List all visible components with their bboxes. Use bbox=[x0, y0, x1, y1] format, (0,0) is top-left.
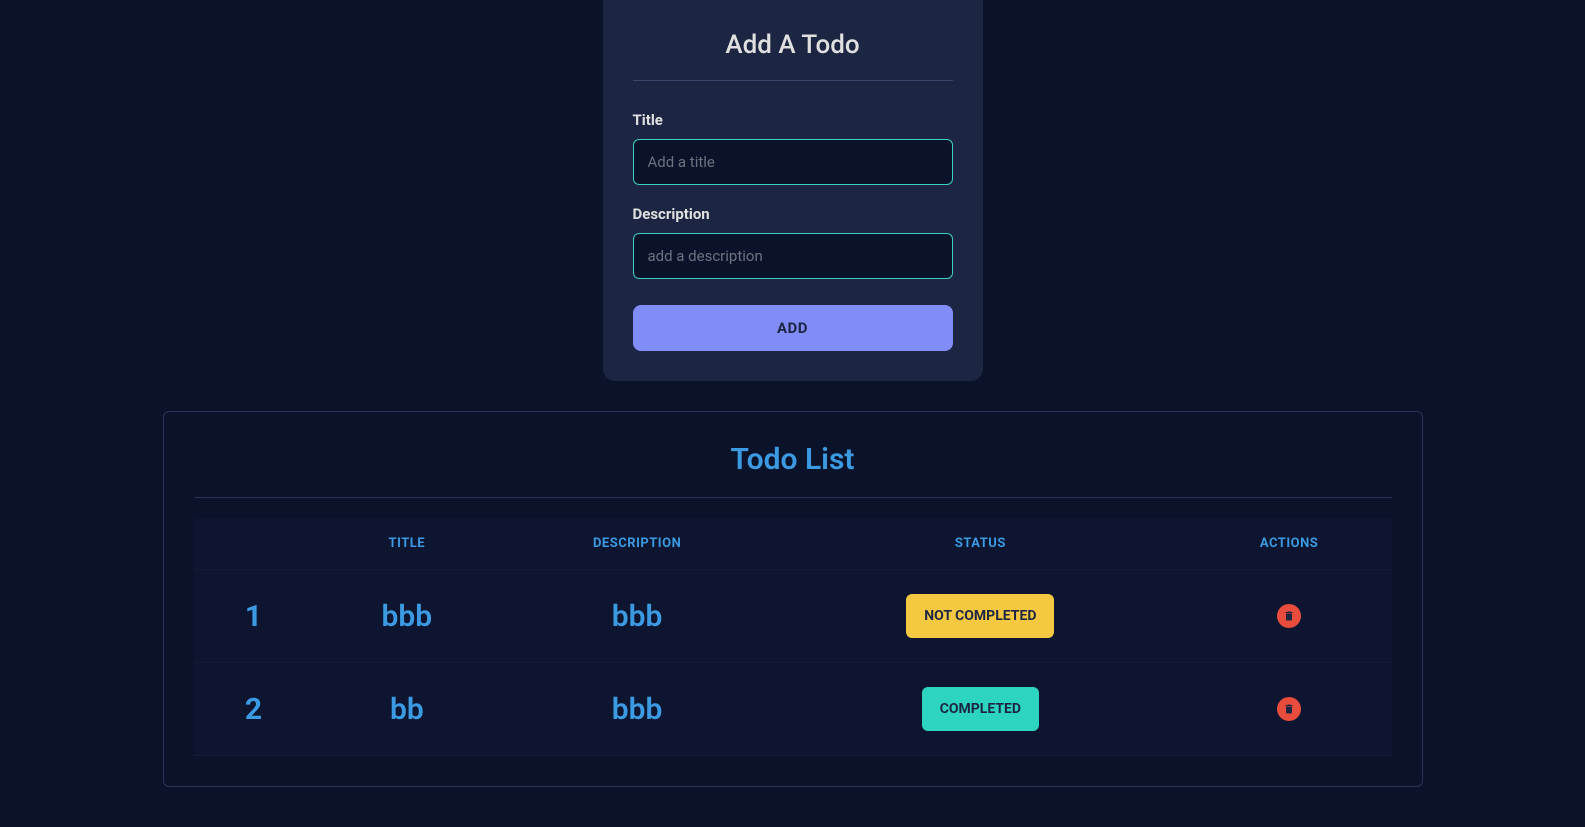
description-form-group: Description bbox=[633, 205, 953, 279]
delete-button[interactable] bbox=[1277, 697, 1301, 721]
title-input[interactable] bbox=[633, 139, 953, 185]
todo-list-title: Todo List bbox=[194, 442, 1392, 477]
row-status: COMPLETED bbox=[774, 663, 1187, 756]
add-todo-title: Add A Todo bbox=[633, 30, 953, 60]
row-actions bbox=[1187, 570, 1392, 663]
trash-icon bbox=[1283, 703, 1295, 715]
title-form-group: Title bbox=[633, 111, 953, 185]
add-todo-card: Add A Todo Title Description ADD bbox=[603, 0, 983, 381]
divider bbox=[633, 80, 953, 81]
title-label: Title bbox=[633, 111, 953, 129]
description-label: Description bbox=[633, 205, 953, 223]
delete-button[interactable] bbox=[1277, 604, 1301, 628]
row-index: 2 bbox=[194, 663, 314, 756]
row-index: 1 bbox=[194, 570, 314, 663]
status-not-completed-badge[interactable]: NOT COMPLETED bbox=[906, 594, 1054, 638]
row-description: bbb bbox=[500, 663, 774, 756]
row-description: bbb bbox=[500, 570, 774, 663]
todo-table: TITLE DESCRIPTION STATUS ACTIONS 1bbbbbb… bbox=[194, 518, 1392, 756]
status-completed-badge[interactable]: COMPLETED bbox=[922, 687, 1039, 731]
row-status: NOT COMPLETED bbox=[774, 570, 1187, 663]
row-actions bbox=[1187, 663, 1392, 756]
add-button[interactable]: ADD bbox=[633, 305, 953, 351]
column-index bbox=[194, 518, 314, 570]
column-status: STATUS bbox=[774, 518, 1187, 570]
list-divider bbox=[194, 497, 1392, 498]
row-title: bbb bbox=[314, 570, 501, 663]
trash-icon bbox=[1283, 610, 1295, 622]
column-title: TITLE bbox=[314, 518, 501, 570]
table-row: 1bbbbbbNOT COMPLETED bbox=[194, 570, 1392, 663]
description-input[interactable] bbox=[633, 233, 953, 279]
column-actions: ACTIONS bbox=[1187, 518, 1392, 570]
todo-list-container: Todo List TITLE DESCRIPTION STATUS ACTIO… bbox=[163, 411, 1423, 787]
column-description: DESCRIPTION bbox=[500, 518, 774, 570]
row-title: bb bbox=[314, 663, 501, 756]
table-row: 2bbbbbCOMPLETED bbox=[194, 663, 1392, 756]
